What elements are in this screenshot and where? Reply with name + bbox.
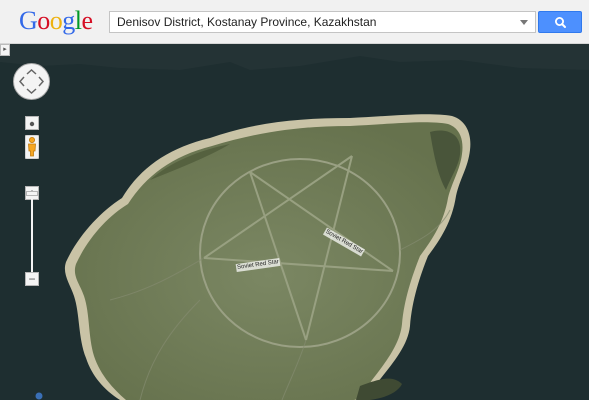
top-bar: Google Denisov District, Kostanay Provin…	[0, 0, 589, 44]
zoom-out-button[interactable]: −	[25, 272, 39, 286]
satellite-imagery	[0, 44, 589, 400]
google-logo[interactable]: Google	[19, 6, 93, 36]
satellite-map[interactable]: Soviet Red Star Soviet Red Star	[0, 44, 589, 400]
logo-letter: G	[19, 6, 38, 35]
search-icon	[554, 17, 566, 28]
dropdown-caret-icon[interactable]	[520, 20, 528, 25]
logo-letter: g	[62, 6, 75, 35]
pan-control[interactable]	[13, 63, 50, 100]
location-button[interactable]	[25, 116, 39, 130]
pan-arrows-icon	[18, 68, 45, 95]
logo-letter: e	[81, 6, 94, 35]
search-input-value: Denisov District, Kostanay Province, Kaz…	[117, 15, 377, 29]
logo-letter: o	[49, 6, 63, 35]
zoom-slider-track[interactable]	[31, 192, 33, 280]
logo-letter: o	[37, 6, 50, 35]
logo-letter: l	[74, 6, 82, 35]
pegman-icon	[24, 134, 40, 160]
edge-toggle-button[interactable]: ▸	[0, 44, 10, 56]
zoom-slider-handle[interactable]	[26, 191, 38, 196]
search-input[interactable]: Denisov District, Kostanay Province, Kaz…	[109, 11, 536, 33]
streetview-button[interactable]	[24, 134, 40, 160]
target-icon	[29, 121, 35, 127]
info-icon[interactable]	[34, 392, 44, 400]
search-button[interactable]	[538, 11, 582, 33]
